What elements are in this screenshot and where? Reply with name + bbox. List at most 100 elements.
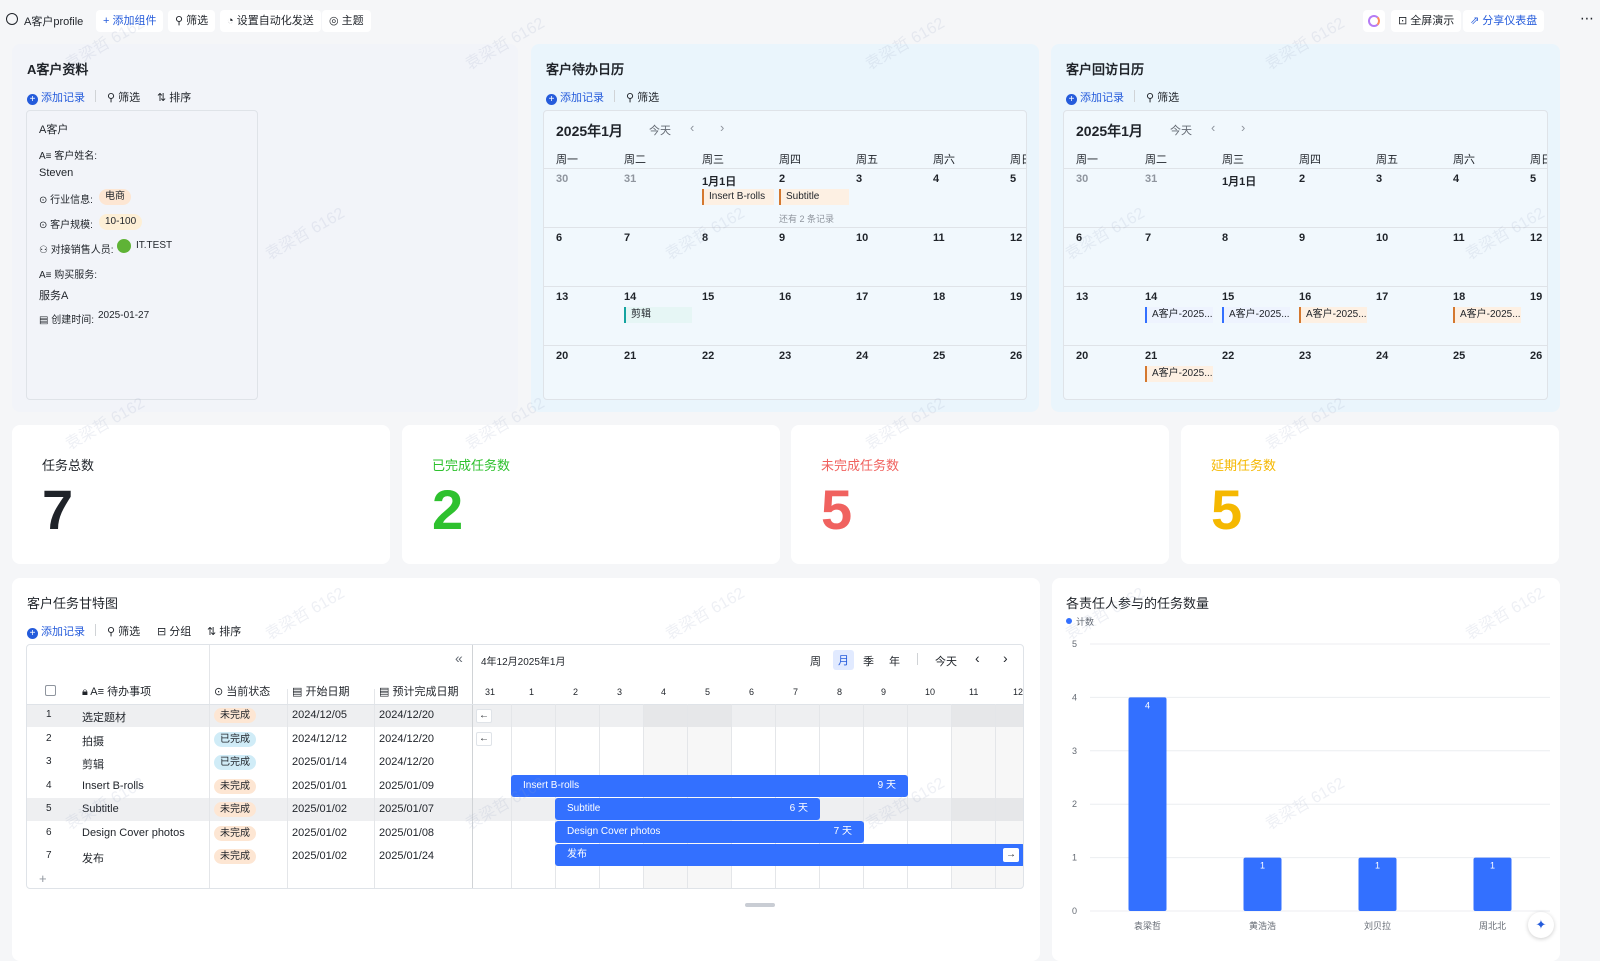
filter-button[interactable]: ⚲ 筛选 [168, 10, 216, 32]
calendar-event[interactable]: A客户-2025... [1145, 307, 1213, 323]
gantt-bar[interactable]: Insert B-rolls 9 天 [511, 775, 908, 797]
calendar-day[interactable]: 3 [1376, 173, 1382, 185]
calendar-day[interactable]: 19 [1010, 291, 1022, 303]
ai-fab-button[interactable]: ✦ [1528, 912, 1554, 938]
view-month-button[interactable]: 月 [833, 650, 854, 670]
gantt-bar[interactable]: Subtitle 6 天 [555, 798, 820, 820]
calendar-day[interactable]: 8 [702, 232, 708, 244]
todo-filter-button[interactable]: ⚲ 筛选 [626, 89, 659, 105]
calendar-day[interactable]: 22 [702, 350, 714, 362]
calendar-day[interactable]: 30 [1076, 173, 1088, 185]
calendar-event[interactable]: 剪辑 [624, 307, 692, 323]
calendar-day[interactable]: 17 [856, 291, 868, 303]
bar[interactable] [1128, 697, 1167, 911]
visit-add-record-button[interactable]: + 添加记录 [1066, 89, 1124, 105]
calendar-day[interactable]: 8 [1222, 232, 1228, 244]
calendar-day[interactable]: 20 [556, 350, 568, 362]
task-cell[interactable]: 剪辑 [82, 756, 104, 772]
profile-record-card[interactable]: A客户 A≡ 客户姓名: Steven ⊙ 行业信息: 电商 ⊙ 客户规模: 1… [26, 110, 258, 400]
calendar-day[interactable]: 5 [1010, 173, 1016, 185]
calendar-day[interactable]: 7 [624, 232, 630, 244]
calendar-day[interactable]: 13 [1076, 291, 1088, 303]
view-year-button[interactable]: 年 [889, 653, 900, 669]
calendar-day[interactable]: 6 [1076, 232, 1082, 244]
calendar-day[interactable]: 24 [1376, 350, 1388, 362]
calendar-day[interactable]: 21 [1145, 350, 1157, 362]
calendar-day[interactable]: 1月1日 [1222, 173, 1256, 189]
calendar-day[interactable]: 11 [933, 232, 945, 244]
gantt-sort-button[interactable]: ⇅ 排序 [207, 623, 241, 639]
calendar-day[interactable]: 11 [1453, 232, 1465, 244]
calendar-day[interactable]: 22 [1222, 350, 1234, 362]
calendar-day[interactable]: 4 [933, 173, 939, 185]
add-row-button[interactable]: + [39, 871, 47, 886]
col-header-task[interactable]: 🔒︎ A≡ 待办事项 [82, 683, 151, 699]
profile-sort-button[interactable]: ⇅ 排序 [157, 89, 191, 105]
calendar-day[interactable]: 9 [1299, 232, 1305, 244]
calendar-day[interactable]: 16 [779, 291, 791, 303]
gantt-filter-button[interactable]: ⚲ 筛选 [107, 623, 140, 639]
fullscreen-button[interactable]: ⊡ 全屏演示 [1391, 10, 1462, 32]
ai-assistant-button[interactable] [1363, 10, 1385, 32]
collapse-icon[interactable]: « [455, 650, 463, 666]
calendar-day[interactable]: 23 [779, 350, 791, 362]
add-widget-button[interactable]: + 添加组件 [96, 10, 164, 32]
calendar-day[interactable]: 18 [933, 291, 945, 303]
profile-add-record-button[interactable]: + 添加记录 [27, 89, 85, 105]
task-cell[interactable]: 拍摄 [82, 733, 104, 749]
calendar-day[interactable]: 12 [1010, 232, 1022, 244]
visit-filter-button[interactable]: ⚲ 筛选 [1146, 89, 1179, 105]
col-header-status[interactable]: ⊙ 当前状态 [214, 683, 270, 699]
calendar-day[interactable]: 13 [556, 291, 568, 303]
calendar-day[interactable]: 16 [1299, 291, 1311, 303]
calendar-day[interactable]: 21 [624, 350, 636, 362]
share-dashboard-button[interactable]: ⇗ 分享仪表盘 [1463, 10, 1545, 32]
calendar-day[interactable]: 31 [1145, 173, 1157, 185]
calendar-day[interactable]: 7 [1145, 232, 1151, 244]
today-button[interactable]: 今天 [649, 122, 671, 138]
arrow-left-icon[interactable]: ← [476, 709, 492, 723]
calendar-event[interactable]: A客户-2025... [1222, 307, 1290, 323]
calendar-day[interactable]: 2 [1299, 173, 1305, 185]
prev-period-icon[interactable]: ‹ [975, 650, 980, 666]
select-all-checkbox[interactable] [45, 685, 56, 696]
calendar-day[interactable]: 5 [1530, 173, 1536, 185]
gantt-group-button[interactable]: ⊟ 分组 [157, 623, 191, 639]
calendar-day[interactable]: 26 [1530, 350, 1542, 362]
calendar-day[interactable]: 2 [779, 173, 785, 185]
calendar-day[interactable]: 1月1日 [702, 173, 736, 189]
task-cell[interactable]: 发布 [82, 850, 104, 866]
task-cell[interactable]: Subtitle [82, 803, 119, 815]
task-cell[interactable]: Design Cover photos [82, 827, 185, 839]
calendar-event[interactable]: A客户-2025... [1145, 366, 1213, 382]
calendar-event[interactable]: A客户-2025... [1299, 307, 1367, 323]
calendar-day[interactable]: 18 [1453, 291, 1465, 303]
calendar-day[interactable]: 3 [856, 173, 862, 185]
next-month-icon[interactable]: › [1241, 120, 1245, 135]
calendar-day[interactable]: 6 [556, 232, 562, 244]
calendar-day[interactable]: 15 [702, 291, 714, 303]
calendar-day[interactable]: 24 [856, 350, 868, 362]
calendar-day[interactable]: 17 [1376, 291, 1388, 303]
calendar-day[interactable]: 15 [1222, 291, 1234, 303]
arrow-left-icon[interactable]: ← [476, 732, 492, 746]
task-cell[interactable]: Insert B-rolls [82, 780, 144, 792]
view-quarter-button[interactable]: 季 [863, 653, 874, 669]
calendar-day[interactable]: 25 [933, 350, 945, 362]
calendar-day[interactable]: 10 [856, 232, 868, 244]
calendar-event[interactable]: Insert B-rolls [702, 189, 774, 205]
calendar-event[interactable]: A客户-2025... [1453, 307, 1521, 323]
gantt-bar[interactable]: Design Cover photos 7 天 [555, 821, 864, 843]
calendar-day[interactable]: 19 [1530, 291, 1542, 303]
calendar-day[interactable]: 4 [1453, 173, 1459, 185]
clock-icon[interactable] [6, 13, 18, 25]
next-month-icon[interactable]: › [720, 120, 724, 135]
calendar-day[interactable]: 14 [1145, 291, 1157, 303]
today-button[interactable]: 今天 [1170, 122, 1192, 138]
calendar-day[interactable]: 31 [624, 173, 636, 185]
task-cell[interactable]: 选定题材 [82, 709, 126, 725]
calendar-day[interactable]: 10 [1376, 232, 1388, 244]
calendar-event[interactable]: Subtitle [779, 189, 849, 205]
col-header-end[interactable]: ▤ 预计完成日期 [379, 683, 458, 699]
calendar-day[interactable]: 9 [779, 232, 785, 244]
